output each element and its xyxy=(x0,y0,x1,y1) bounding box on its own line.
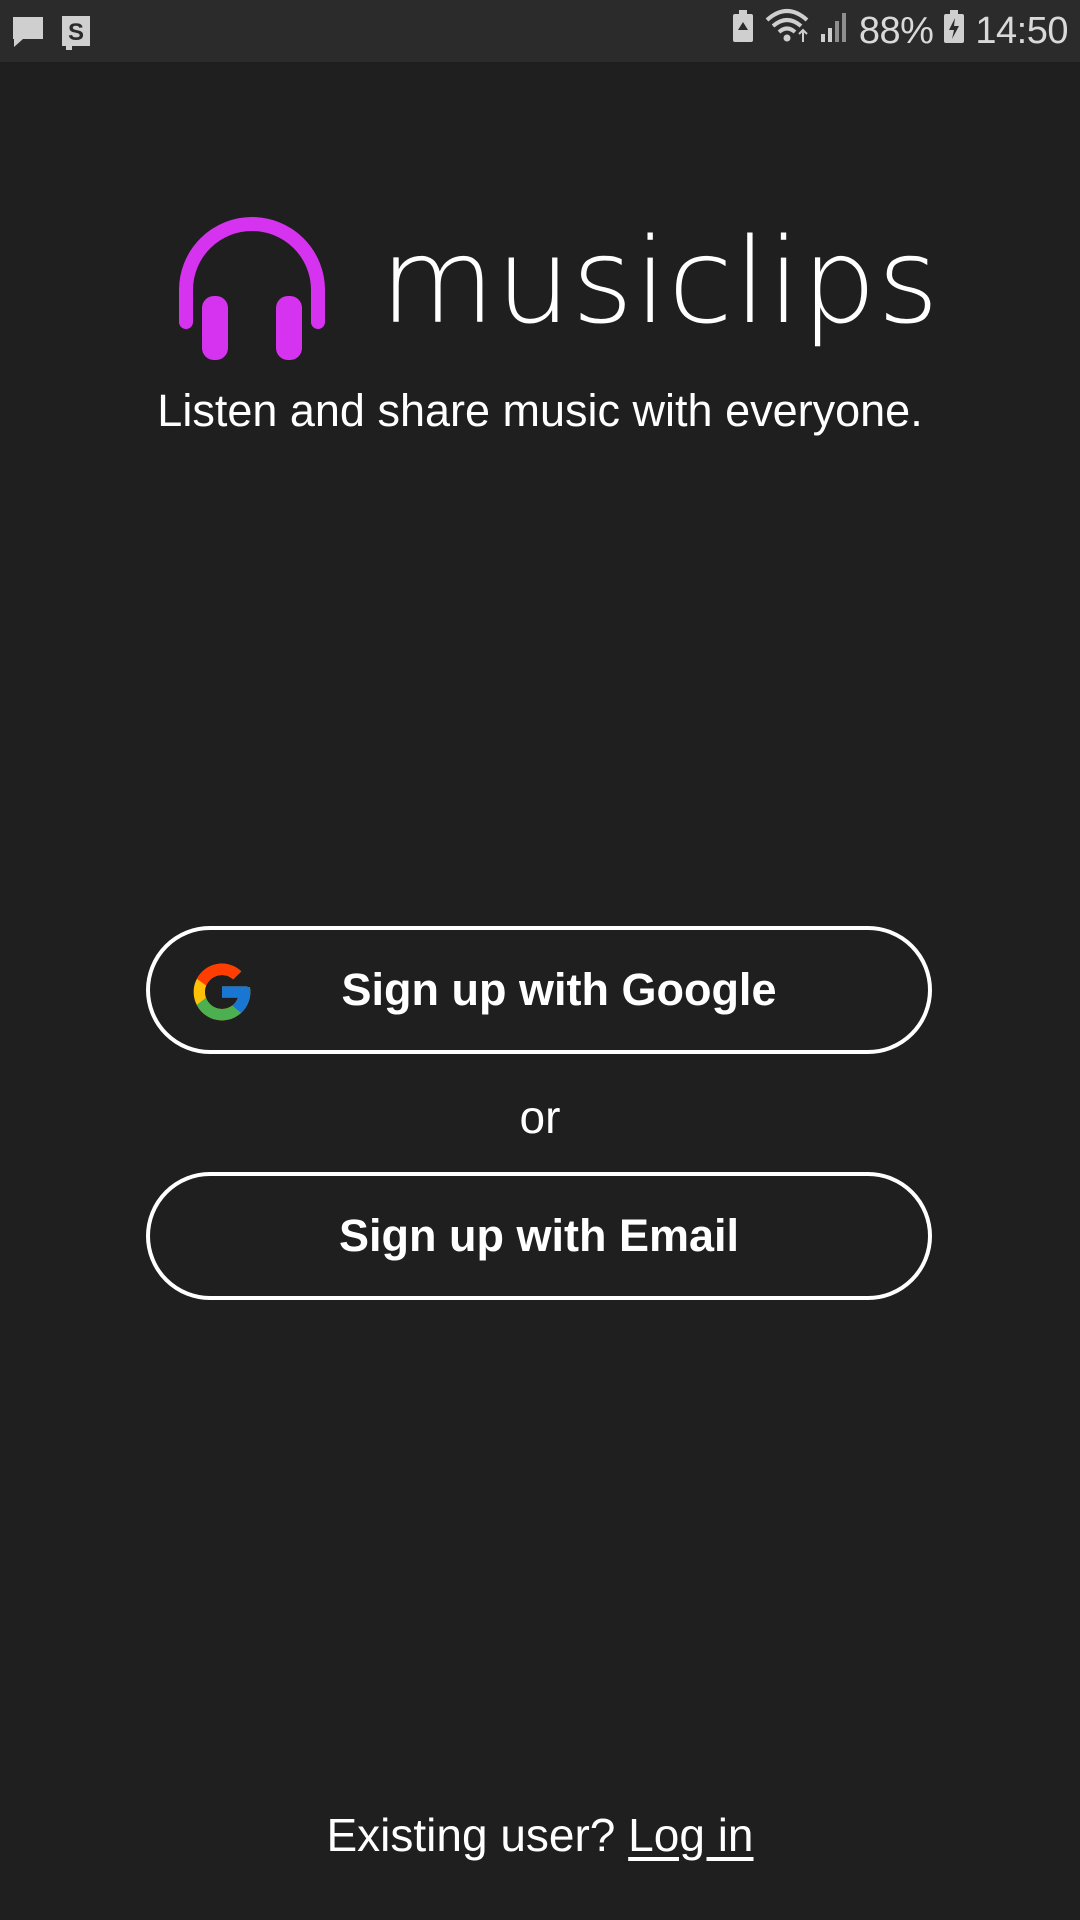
sign-up-email-button[interactable]: Sign up with Email xyxy=(146,1172,932,1300)
battery-saver-icon xyxy=(731,8,755,54)
status-bar-system: 88% 14:50 xyxy=(731,0,1068,62)
tagline: Listen and share music with everyone. xyxy=(157,385,923,436)
s-app-icon: S xyxy=(60,14,92,50)
login-prompt: Existing user? Log in xyxy=(0,1808,1080,1862)
signup-screen: S 88% 14:50 musiclips Listen and share m… xyxy=(0,0,1080,1920)
existing-user-text: Existing user? xyxy=(326,1809,616,1861)
or-separator: or xyxy=(519,1091,561,1143)
status-bar-notifications: S xyxy=(10,14,92,50)
wifi-icon xyxy=(765,8,809,54)
app-logo: musiclips xyxy=(0,210,1080,360)
battery-percent: 88% xyxy=(858,9,934,52)
sign-up-google-button[interactable]: Sign up with Google xyxy=(146,926,932,1054)
sign-up-email-label: Sign up with Email xyxy=(338,1210,739,1261)
log-in-link[interactable]: Log in xyxy=(628,1809,753,1861)
app-name: musiclips xyxy=(380,212,940,350)
clock: 14:50 xyxy=(975,9,1068,52)
google-icon xyxy=(193,963,251,1021)
status-bar: S 88% 14:50 xyxy=(0,0,1080,62)
message-icon xyxy=(10,14,46,50)
battery-icon xyxy=(943,8,965,54)
svg-text:S: S xyxy=(68,19,84,46)
sign-up-google-label: Sign up with Google xyxy=(341,964,777,1015)
signal-icon xyxy=(819,8,849,54)
headphones-icon xyxy=(179,217,325,360)
